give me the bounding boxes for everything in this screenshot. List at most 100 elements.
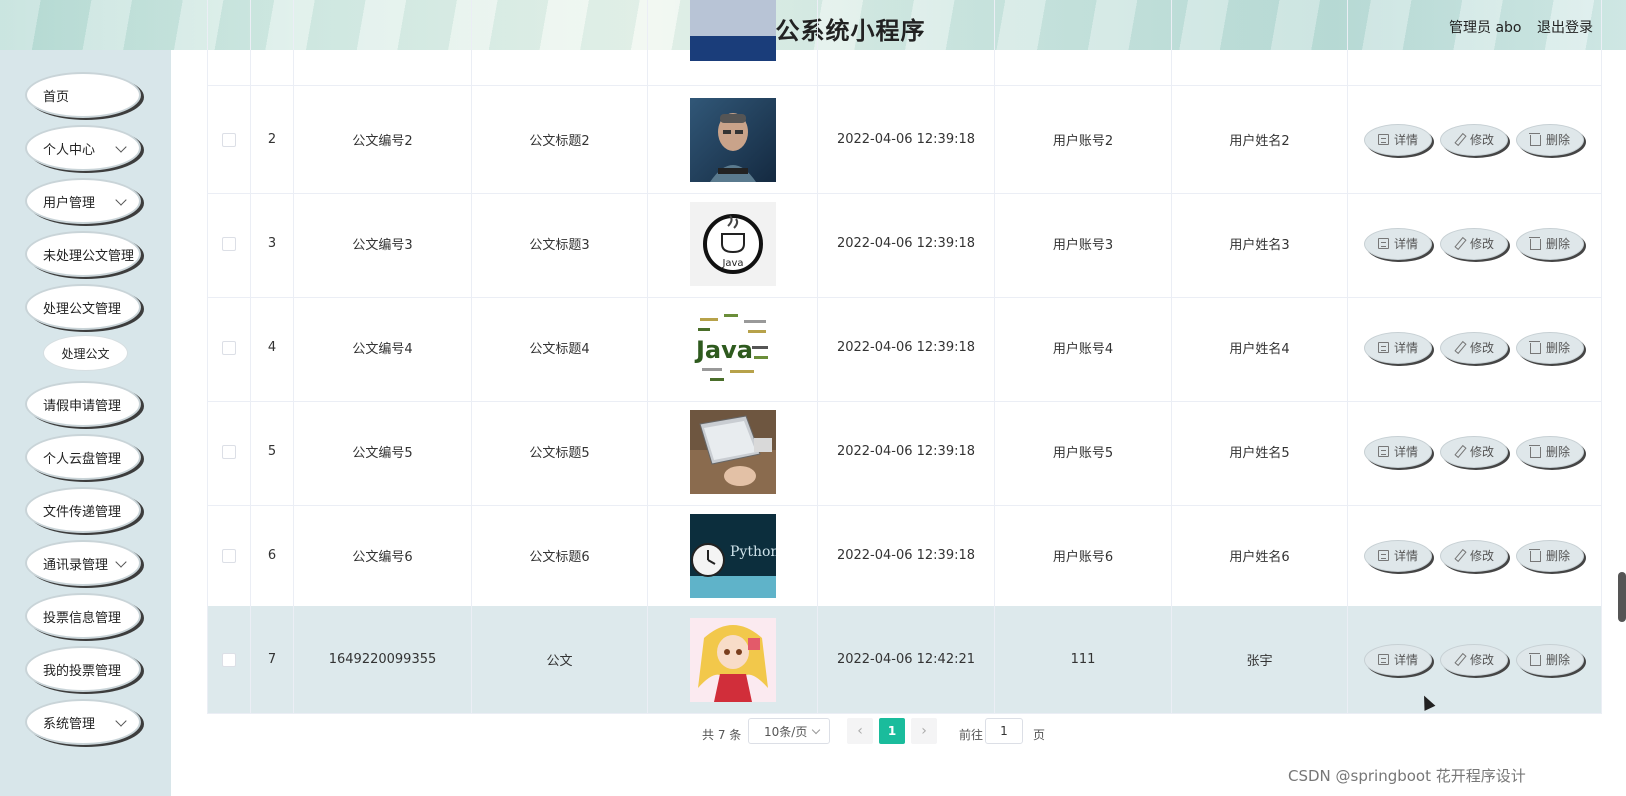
table-row: 5 公文编号5 公文标题5 2022-04-06 12:39:18 用户账号5 [207,398,1602,506]
delete-button[interactable]: 删除 [1516,227,1584,260]
edit-icon [1454,238,1465,249]
svg-text:Python: Python [730,544,776,560]
document-icon [1377,550,1389,561]
table-row: 4 公文编号4 公文标题4 Java 2022-04-06 12:39:18 用… [207,294,1602,402]
document-icon [1377,134,1389,145]
doc-title: 公文标题3 [472,190,648,297]
sidebar-item-vote-info[interactable]: 投票信息管理 [25,593,141,639]
row-image: Python [689,513,776,598]
sidebar-item-my-votes[interactable]: 我的投票管理 [25,646,141,692]
chevron-down-icon [115,715,127,727]
created-time: 2022-04-06 12:42:21 [818,606,995,713]
row-checkbox[interactable] [222,236,236,251]
detail-button[interactable]: 详情 [1364,331,1432,364]
sidebar-item-cloud-drive[interactable]: 个人云盘管理 [25,434,141,480]
delete-button[interactable]: 删除 [1516,123,1584,156]
detail-button[interactable]: 详情 [1364,539,1432,572]
scrollbar[interactable] [1618,572,1626,622]
svg-text:Java: Java [694,336,753,364]
chevron-down-icon [115,194,127,206]
delete-button[interactable]: 删除 [1516,331,1584,364]
doc-number: 1649220099355 [294,606,472,713]
row-index: 6 [251,502,294,609]
sidebar-item-label: 个人中心 [43,142,96,158]
trash-icon [1528,341,1541,354]
row-checkbox[interactable] [222,340,236,355]
edit-icon [1454,342,1465,353]
user-account: 用户账号5 [995,398,1172,505]
document-icon [1377,342,1389,353]
sidebar-subitem-process-doc[interactable]: 处理公文 [43,335,128,371]
user-account: 用户账号3 [995,190,1172,297]
sidebar-item-label: 请假申请管理 [43,398,122,414]
goto-page-input[interactable] [985,718,1023,744]
pagination: 共 7 条 10条/页 ‹ 1 › 前往 页 [171,718,1626,748]
created-time: 2022-04-06 12:39:18 [818,398,995,505]
user-name: 用户姓名6 [1172,502,1348,609]
document-icon [1377,238,1389,249]
sidebar-item-contacts[interactable]: 通讯录管理 [25,540,141,586]
doc-title: 公文 [472,606,648,713]
row-checkbox[interactable] [222,132,236,147]
watermark: CSDN @springboot 花开程序设计 [1288,767,1526,785]
user-name: 用户姓名3 [1172,190,1348,297]
edit-icon [1454,134,1465,145]
edit-button[interactable]: 修改 [1440,227,1508,260]
sidebar-item-personal-center[interactable]: 个人中心 [25,125,141,171]
delete-button[interactable]: 删除 [1516,435,1584,468]
doc-title: 公文标题4 [472,294,648,401]
sidebar-item-label: 个人云盘管理 [43,451,122,467]
sidebar-item-label: 投票信息管理 [43,610,122,626]
edit-button[interactable]: 修改 [1440,123,1508,156]
row-index: 7 [251,606,294,713]
row-checkbox[interactable] [222,548,236,563]
detail-button[interactable]: 详情 [1364,123,1432,156]
row-index: 4 [251,294,294,401]
detail-button[interactable]: 详情 [1364,227,1432,260]
doc-number: 公文编号2 [294,86,472,193]
sidebar-item-label: 通讯录管理 [43,557,109,573]
edit-button[interactable]: 修改 [1440,539,1508,572]
detail-button[interactable]: 详情 [1364,435,1432,468]
sidebar-item-user-management[interactable]: 用户管理 [25,178,141,224]
sidebar-item-system[interactable]: 系统管理 [25,699,141,745]
table-row [207,0,1602,86]
trash-icon [1528,133,1541,146]
created-time: 2022-04-06 12:39:18 [818,502,995,609]
table-row: 7 1649220099355 公文 2022-04-06 12:42:21 1… [207,606,1602,714]
svg-text:Java: Java [721,258,743,269]
delete-button[interactable]: 删除 [1516,539,1584,572]
created-time: 2022-04-06 12:39:18 [818,294,995,401]
row-image [689,0,776,61]
trash-icon [1528,549,1541,562]
sidebar-item-processed-docs[interactable]: 处理公文管理 [25,284,141,330]
page-size-select[interactable]: 10条/页 [748,718,830,744]
user-name: 用户姓名5 [1172,398,1348,505]
next-page-button[interactable]: › [911,718,937,744]
page-number-current[interactable]: 1 [879,718,905,744]
row-checkbox[interactable] [222,444,236,459]
doc-title: 公文标题2 [472,86,648,193]
sidebar-item-home[interactable]: 首页 [25,72,141,118]
trash-icon [1528,445,1541,458]
row-checkbox[interactable] [222,652,236,667]
edit-button[interactable]: 修改 [1440,331,1508,364]
user-account: 用户账号6 [995,502,1172,609]
sidebar-item-label: 文件传递管理 [43,504,122,520]
sidebar-item-leave-requests[interactable]: 请假申请管理 [25,381,141,427]
sidebar-item-unprocessed-docs[interactable]: 未处理公文管理 [25,231,141,277]
delete-button[interactable]: 删除 [1516,643,1584,676]
user-account: 用户账号2 [995,86,1172,193]
sidebar-item-label: 处理公文管理 [43,301,122,317]
row-image [689,97,776,182]
row-image: Java [689,305,776,390]
chevron-down-icon [115,556,127,568]
row-image [689,617,776,702]
sidebar-item-file-transfer[interactable]: 文件传递管理 [25,487,141,533]
edit-button[interactable]: 修改 [1440,435,1508,468]
table-row: 6 公文编号6 公文标题6 Python 2022-04-06 12:39:18… [207,502,1602,610]
detail-button[interactable]: 详情 [1364,643,1432,676]
edit-button[interactable]: 修改 [1440,643,1508,676]
sidebar-item-label: 首页 [43,89,70,105]
prev-page-button[interactable]: ‹ [847,718,873,744]
